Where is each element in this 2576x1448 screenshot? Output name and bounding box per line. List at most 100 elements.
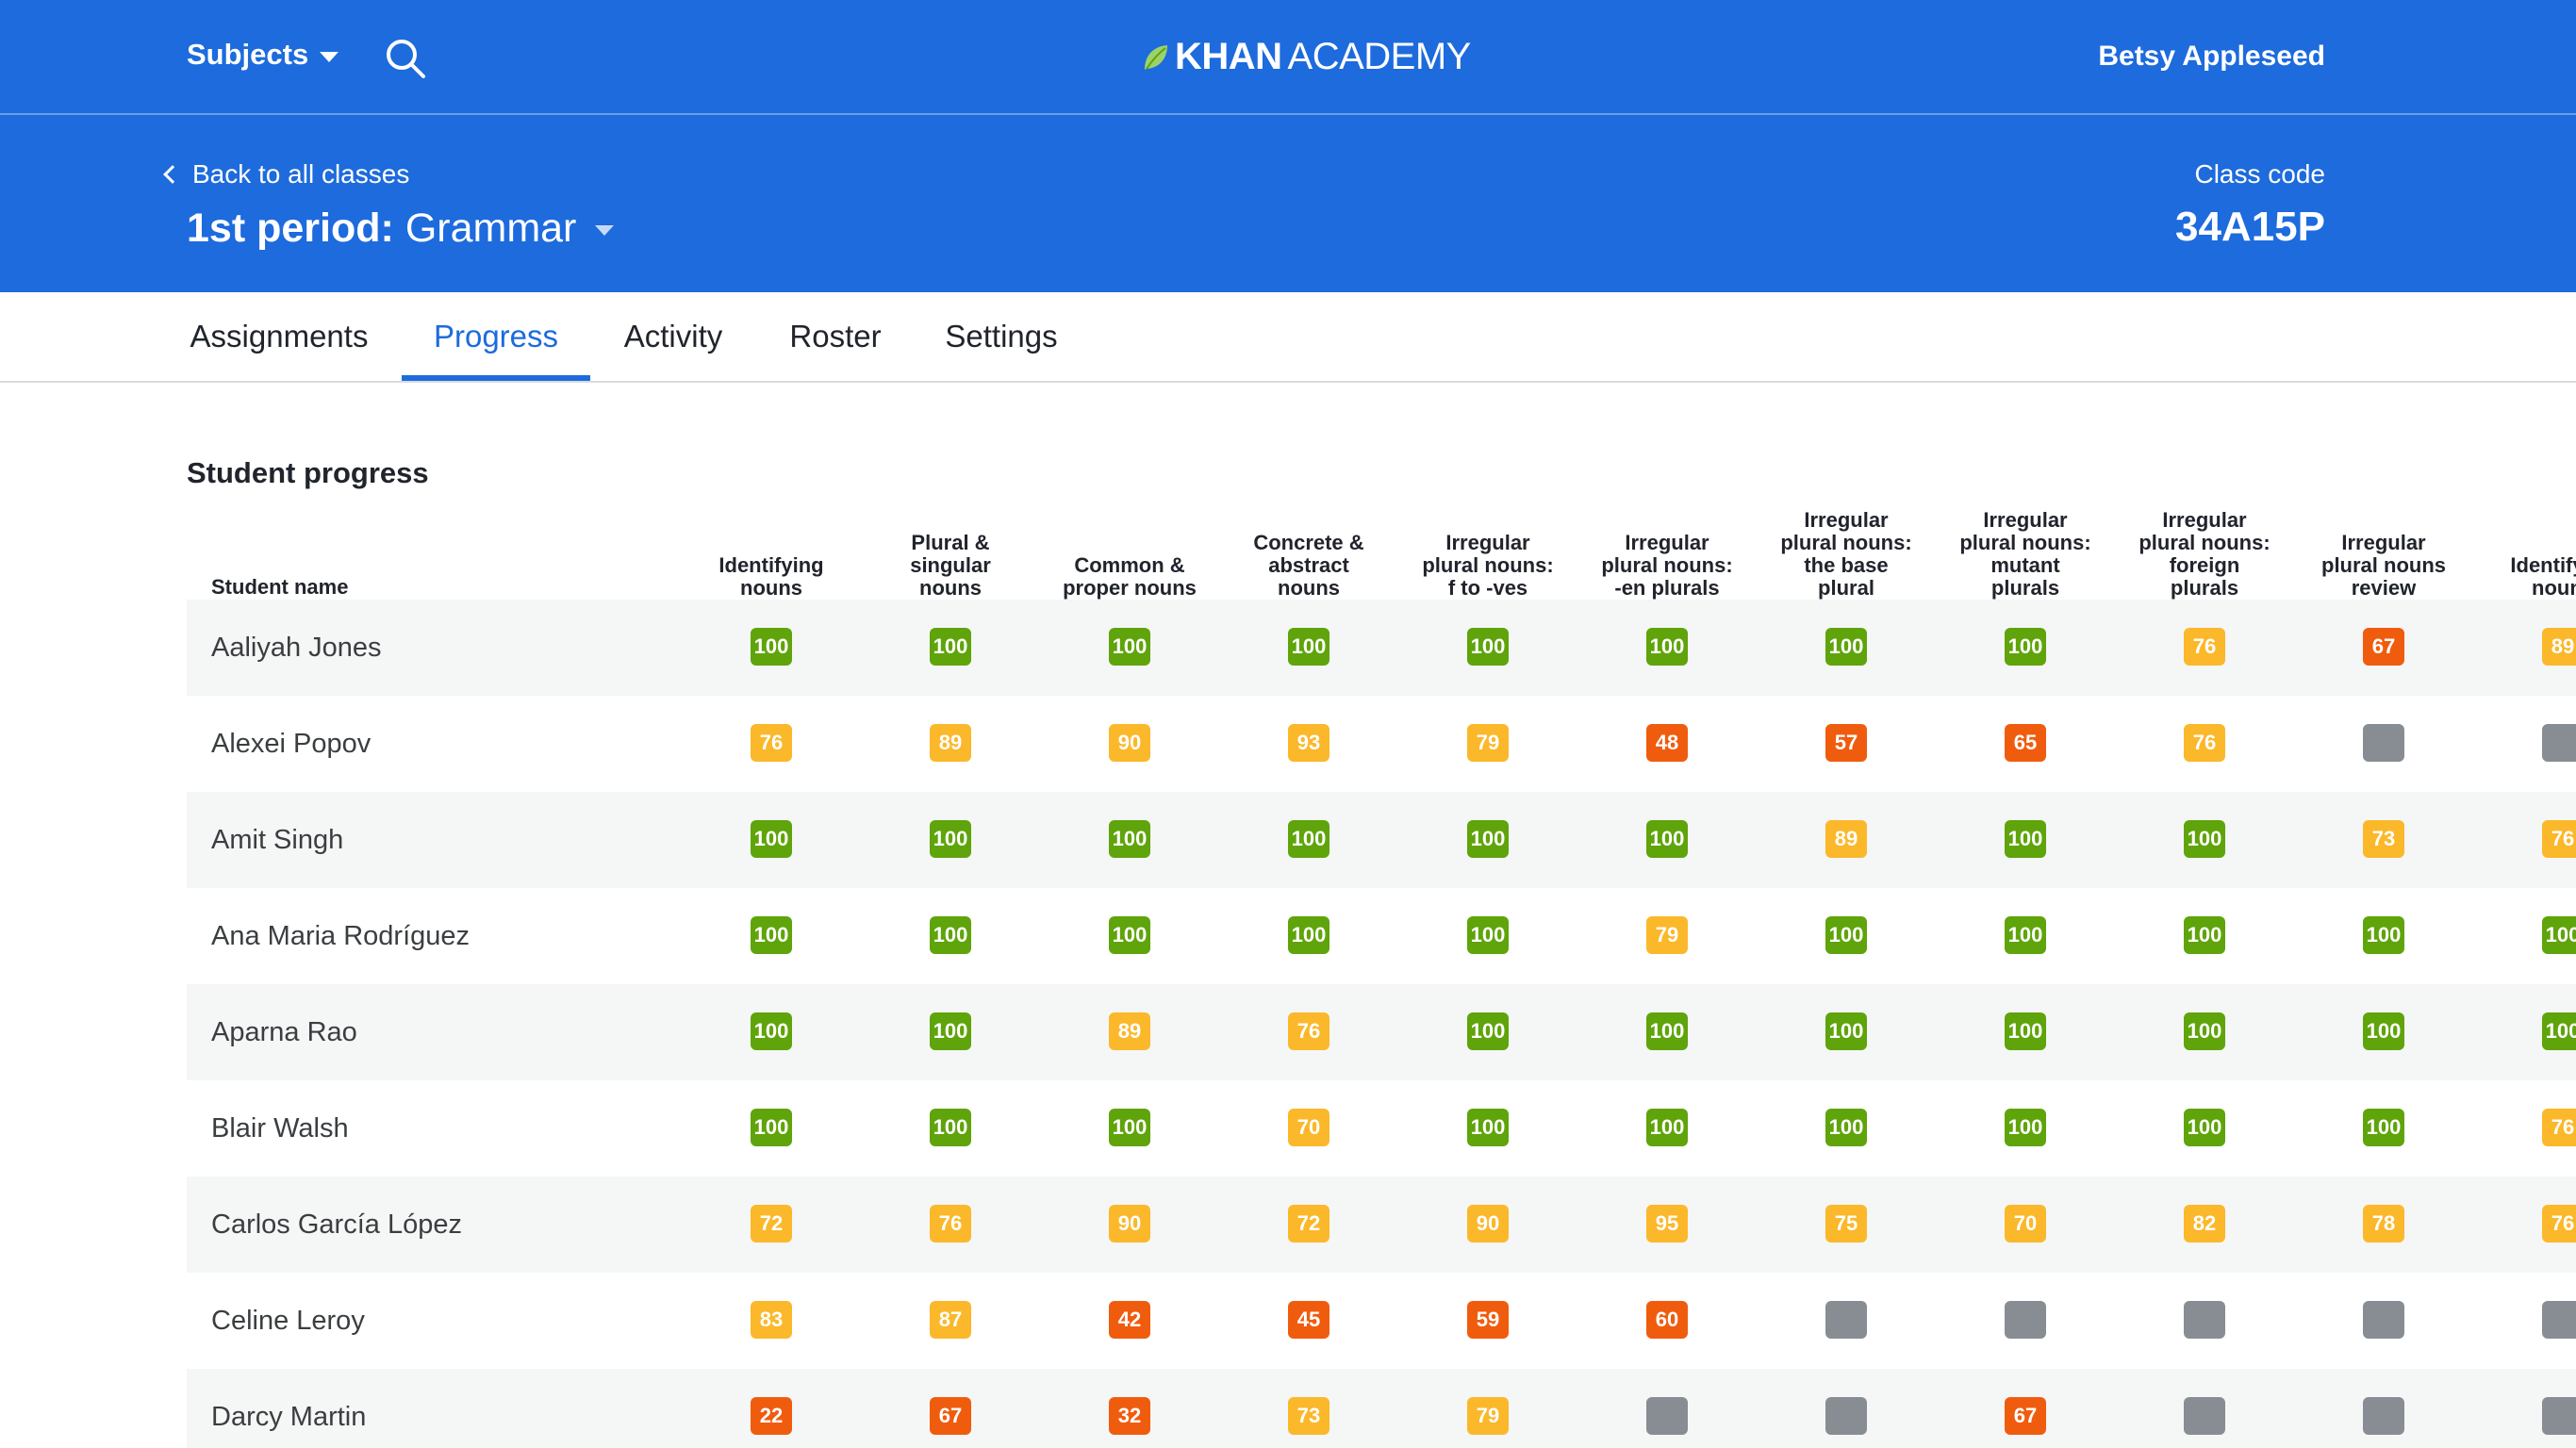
- score-badge[interactable]: 60: [1646, 1301, 1688, 1339]
- score-badge-not-started[interactable]: [2005, 1301, 2046, 1339]
- score-badge[interactable]: 100: [2363, 916, 2404, 954]
- score-badge[interactable]: 100: [751, 628, 792, 666]
- skill-column-header[interactable]: Plural & singular nouns: [870, 532, 1031, 600]
- score-badge[interactable]: 100: [1288, 628, 1329, 666]
- score-badge[interactable]: 100: [1825, 628, 1867, 666]
- score-badge[interactable]: 100: [751, 820, 792, 858]
- score-badge[interactable]: 73: [2363, 820, 2404, 858]
- tab-progress[interactable]: Progress: [402, 292, 590, 381]
- score-badge[interactable]: 100: [751, 916, 792, 954]
- score-badge[interactable]: 100: [2184, 1109, 2225, 1146]
- khan-academy-logo[interactable]: KHAN ACADEMY: [1143, 36, 1471, 78]
- score-badge[interactable]: 100: [1109, 916, 1150, 954]
- score-badge-not-started[interactable]: [2184, 1397, 2225, 1435]
- score-badge[interactable]: 100: [930, 916, 971, 954]
- score-badge[interactable]: 100: [2363, 1109, 2404, 1146]
- score-badge[interactable]: 100: [1109, 628, 1150, 666]
- search-icon[interactable]: [383, 36, 430, 83]
- score-badge[interactable]: 100: [2184, 916, 2225, 954]
- score-badge-not-started[interactable]: [2542, 1397, 2576, 1435]
- score-badge[interactable]: 67: [2005, 1397, 2046, 1435]
- score-badge[interactable]: 76: [751, 724, 792, 762]
- score-badge[interactable]: 76: [2184, 628, 2225, 666]
- score-badge[interactable]: 100: [1646, 820, 1688, 858]
- score-badge[interactable]: 89: [930, 724, 971, 762]
- student-name[interactable]: Amit Singh: [211, 792, 343, 888]
- score-badge[interactable]: 100: [1467, 820, 1509, 858]
- score-badge[interactable]: 89: [1109, 1012, 1150, 1050]
- user-menu[interactable]: Betsy Appleseed: [2098, 41, 2325, 73]
- student-name[interactable]: Darcy Martin: [211, 1369, 366, 1448]
- score-badge-not-started[interactable]: [2363, 1301, 2404, 1339]
- score-badge-not-started[interactable]: [2542, 1301, 2576, 1339]
- score-badge[interactable]: 70: [2005, 1205, 2046, 1242]
- score-badge[interactable]: 76: [930, 1205, 971, 1242]
- skill-column-header[interactable]: Irregular plural nouns: mutant plurals: [1945, 509, 2105, 600]
- score-badge[interactable]: 67: [930, 1397, 971, 1435]
- student-name[interactable]: Aparna Rao: [211, 984, 357, 1080]
- score-badge[interactable]: 90: [1109, 724, 1150, 762]
- score-badge[interactable]: 95: [1646, 1205, 1688, 1242]
- score-badge[interactable]: 90: [1467, 1205, 1509, 1242]
- tab-roster[interactable]: Roster: [786, 292, 884, 381]
- score-badge[interactable]: 100: [2005, 1109, 2046, 1146]
- score-badge[interactable]: 100: [751, 1109, 792, 1146]
- skill-column-header[interactable]: Identifyingnouns: [2483, 554, 2576, 600]
- skill-column-header[interactable]: Identifyingnouns: [691, 554, 851, 600]
- score-badge[interactable]: 78: [2363, 1205, 2404, 1242]
- score-badge[interactable]: 100: [1825, 1012, 1867, 1050]
- score-badge[interactable]: 100: [1109, 1109, 1150, 1146]
- score-badge[interactable]: 100: [2184, 820, 2225, 858]
- score-badge[interactable]: 89: [2542, 628, 2576, 666]
- score-badge[interactable]: 89: [1825, 820, 1867, 858]
- student-name[interactable]: Celine Leroy: [211, 1273, 365, 1369]
- score-badge[interactable]: 100: [2005, 628, 2046, 666]
- score-badge[interactable]: 100: [2542, 1012, 2576, 1050]
- score-badge[interactable]: 79: [1467, 1397, 1509, 1435]
- tab-assignments[interactable]: Assignments: [187, 292, 372, 381]
- score-badge[interactable]: 65: [2005, 724, 2046, 762]
- score-badge[interactable]: 100: [1467, 1109, 1509, 1146]
- skill-column-header[interactable]: Irregular plural nouns: foreign plurals: [2124, 509, 2285, 600]
- skill-column-header[interactable]: Concrete & abstract nouns: [1229, 532, 1389, 600]
- score-badge[interactable]: 100: [2184, 1012, 2225, 1050]
- score-badge[interactable]: 100: [2005, 1012, 2046, 1050]
- score-badge[interactable]: 82: [2184, 1205, 2225, 1242]
- score-badge[interactable]: 100: [930, 820, 971, 858]
- score-badge[interactable]: 45: [1288, 1301, 1329, 1339]
- score-badge-not-started[interactable]: [1646, 1397, 1688, 1435]
- score-badge[interactable]: 57: [1825, 724, 1867, 762]
- score-badge[interactable]: 100: [1646, 628, 1688, 666]
- score-badge-not-started[interactable]: [1825, 1397, 1867, 1435]
- score-badge[interactable]: 100: [2005, 916, 2046, 954]
- score-badge[interactable]: 59: [1467, 1301, 1509, 1339]
- skill-column-header[interactable]: Irregular plural nouns: the base plural: [1766, 509, 1926, 600]
- score-badge[interactable]: 100: [1467, 628, 1509, 666]
- score-badge-not-started[interactable]: [1825, 1301, 1867, 1339]
- score-badge[interactable]: 100: [1646, 1012, 1688, 1050]
- score-badge[interactable]: 76: [2542, 820, 2576, 858]
- score-badge[interactable]: 100: [930, 1109, 971, 1146]
- skill-column-header[interactable]: Irregular plural nouns: f to -ves: [1408, 532, 1568, 600]
- score-badge[interactable]: 93: [1288, 724, 1329, 762]
- score-badge[interactable]: 72: [1288, 1205, 1329, 1242]
- score-badge[interactable]: 73: [1288, 1397, 1329, 1435]
- score-badge[interactable]: 100: [1467, 1012, 1509, 1050]
- score-badge-not-started[interactable]: [2542, 724, 2576, 762]
- score-badge[interactable]: 100: [1288, 916, 1329, 954]
- score-badge[interactable]: 100: [1825, 1109, 1867, 1146]
- score-badge[interactable]: 100: [2005, 820, 2046, 858]
- score-badge[interactable]: 100: [930, 628, 971, 666]
- score-badge[interactable]: 79: [1646, 916, 1688, 954]
- tab-activity[interactable]: Activity: [620, 292, 726, 381]
- student-name[interactable]: Alexei Popov: [211, 696, 371, 792]
- score-badge[interactable]: 67: [2363, 628, 2404, 666]
- score-badge[interactable]: 48: [1646, 724, 1688, 762]
- score-badge[interactable]: 76: [2184, 724, 2225, 762]
- score-badge[interactable]: 42: [1109, 1301, 1150, 1339]
- score-badge[interactable]: 100: [1467, 916, 1509, 954]
- score-badge[interactable]: 100: [751, 1012, 792, 1050]
- student-name[interactable]: Blair Walsh: [211, 1080, 349, 1176]
- score-badge-not-started[interactable]: [2363, 724, 2404, 762]
- score-badge[interactable]: 76: [1288, 1012, 1329, 1050]
